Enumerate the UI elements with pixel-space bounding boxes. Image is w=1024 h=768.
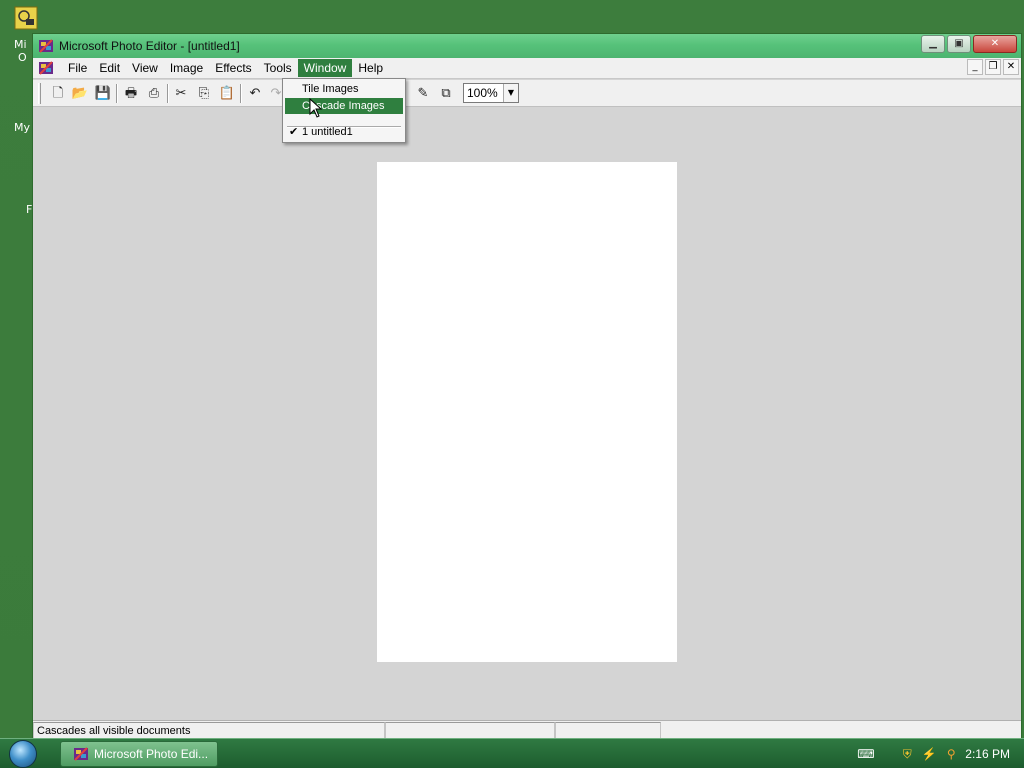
photo-editor-app-icon: [74, 747, 88, 761]
menu-window[interactable]: Window: [297, 59, 353, 77]
search-icon[interactable]: ⚲: [943, 746, 959, 762]
taskbar-button-label: Microsoft Photo Edi...: [94, 747, 209, 761]
print-icon[interactable]: 🖶: [121, 84, 141, 104]
document-close-button[interactable]: ✕: [1003, 59, 1019, 75]
menu-edit[interactable]: Edit: [93, 59, 126, 77]
minimize-button[interactable]: ▁: [921, 35, 945, 53]
save-icon[interactable]: 💾: [93, 84, 113, 104]
zoom-select[interactable]: 100% ▼: [463, 83, 519, 103]
toolbar-grip[interactable]: [38, 83, 41, 104]
zoom-value: 100%: [467, 86, 498, 100]
photo-editor-window: Microsoft Photo Editor - [untitled1] ▁ ▣…: [32, 33, 1022, 740]
maximize-button[interactable]: ▣: [947, 35, 971, 53]
desktop-shortcut-icon[interactable]: [14, 6, 38, 30]
scan-icon[interactable]: ⎙: [144, 84, 164, 104]
menu-item-label: 1 untitled1: [302, 126, 353, 138]
toolbar: 🗋 📂 💾 🖶 ⎙ ✂ ⎘ 📋 ↶ ↷ ✎ ⧉ 100% ▼: [33, 80, 1021, 107]
image-canvas[interactable]: [377, 162, 677, 662]
undo-icon[interactable]: ↶: [245, 84, 265, 104]
new-icon[interactable]: 🗋: [48, 84, 68, 104]
menu-item-untitled1[interactable]: ✔ 1 untitled1: [285, 124, 403, 140]
cut-icon[interactable]: ✂: [171, 84, 191, 104]
desktop-label: O: [18, 51, 27, 64]
menu-item-tile-images[interactable]: Tile Images: [285, 81, 403, 97]
menu-help[interactable]: Help: [352, 59, 389, 77]
menu-file[interactable]: File: [62, 59, 93, 77]
system-tray: ⌨ ⛨ ⚡ ⚲ 2:16 PM: [857, 739, 1024, 768]
status-bar: Cascades all visible documents: [33, 720, 1021, 740]
toolbar-separator: [116, 84, 118, 103]
paste-icon[interactable]: 📋: [217, 84, 237, 104]
document-system-menu-icon[interactable]: [38, 60, 54, 76]
photo-editor-app-icon: [39, 39, 53, 53]
close-button[interactable]: ✕: [973, 35, 1017, 53]
mouse-cursor-icon: [309, 98, 323, 118]
checkmark-icon: ✔: [289, 126, 299, 138]
window-menu-dropdown: Tile Images Cascade Images ✔ 1 untitled1: [282, 78, 406, 143]
menu-tools[interactable]: Tools: [258, 59, 298, 77]
security-shield-icon[interactable]: ⛨: [899, 746, 915, 762]
network-icon[interactable]: ⚡: [921, 746, 937, 762]
desktop-label: My: [14, 121, 31, 134]
menu-bar: File Edit View Image Effects Tools Windo…: [33, 58, 1021, 79]
start-button[interactable]: [9, 740, 37, 768]
open-folder-icon[interactable]: 📂: [70, 84, 90, 104]
copy-icon[interactable]: ⎘: [194, 84, 214, 104]
menu-view[interactable]: View: [126, 59, 164, 77]
document-minimize-button[interactable]: _: [967, 59, 983, 75]
desktop-label: Mi: [14, 38, 27, 51]
title-bar[interactable]: Microsoft Photo Editor - [untitled1] ▁ ▣…: [33, 34, 1021, 58]
workspace: [33, 108, 1021, 720]
toolbar-separator: [240, 84, 242, 103]
clock[interactable]: 2:16 PM: [965, 747, 1010, 761]
keyboard-icon[interactable]: ⌨: [857, 746, 874, 762]
toolbar-separator: [167, 84, 169, 103]
pen-icon[interactable]: ✎: [413, 84, 433, 104]
menu-item-label: Tile Images: [302, 83, 359, 95]
menu-item-cascade-images[interactable]: Cascade Images: [285, 98, 403, 114]
window-title: Microsoft Photo Editor - [untitled1]: [59, 39, 240, 53]
chevron-down-icon[interactable]: ▼: [503, 84, 518, 102]
menu-effects[interactable]: Effects: [209, 59, 257, 77]
resize-icon[interactable]: ⧉: [436, 84, 456, 104]
document-restore-button[interactable]: ❐: [985, 59, 1001, 75]
taskbar: Microsoft Photo Edi... ⌨ ⛨ ⚡ ⚲ 2:16 PM: [0, 738, 1024, 768]
taskbar-photo-editor-button[interactable]: Microsoft Photo Edi...: [60, 741, 218, 767]
menu-image[interactable]: Image: [164, 59, 209, 77]
